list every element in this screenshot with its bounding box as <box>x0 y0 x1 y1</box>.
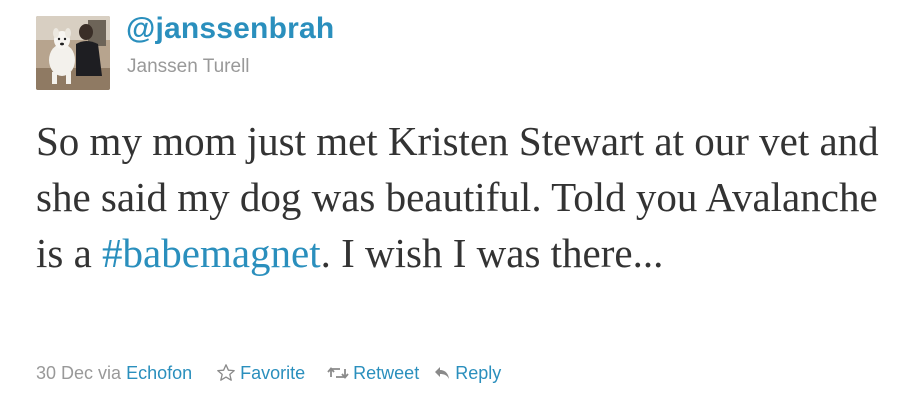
avatar-image <box>36 16 110 90</box>
timestamp-link[interactable]: 30 Dec <box>36 363 93 384</box>
favorite-button[interactable]: Favorite <box>216 363 305 384</box>
tweet-text-after: . I wish I was there... <box>320 230 664 276</box>
tweet-meta: 30 Dec via Echofon Favorite Retweet Repl… <box>36 358 501 388</box>
avatar[interactable] <box>36 16 110 90</box>
retweet-label: Retweet <box>353 362 420 383</box>
reply-button[interactable]: Reply <box>433 363 501 384</box>
retweet-button[interactable]: Retweet <box>327 363 419 384</box>
star-outline-icon <box>216 363 236 383</box>
author-name: Janssen Turell <box>127 56 250 77</box>
tweet-card: @janssenbrah Janssen Turell So my mom ju… <box>0 0 900 400</box>
retweet-icon <box>327 364 349 382</box>
reply-label: Reply <box>455 362 502 383</box>
tweet-text: So my mom just met Kristen Stewart at ou… <box>36 113 886 281</box>
source-link[interactable]: Echofon <box>126 363 192 384</box>
via-label: via <box>98 362 122 383</box>
hashtag-link[interactable]: #babemagnet <box>102 230 321 276</box>
reply-arrow-icon <box>433 364 451 382</box>
author-handle[interactable]: @janssenbrah <box>126 12 334 46</box>
favorite-label: Favorite <box>240 362 306 383</box>
